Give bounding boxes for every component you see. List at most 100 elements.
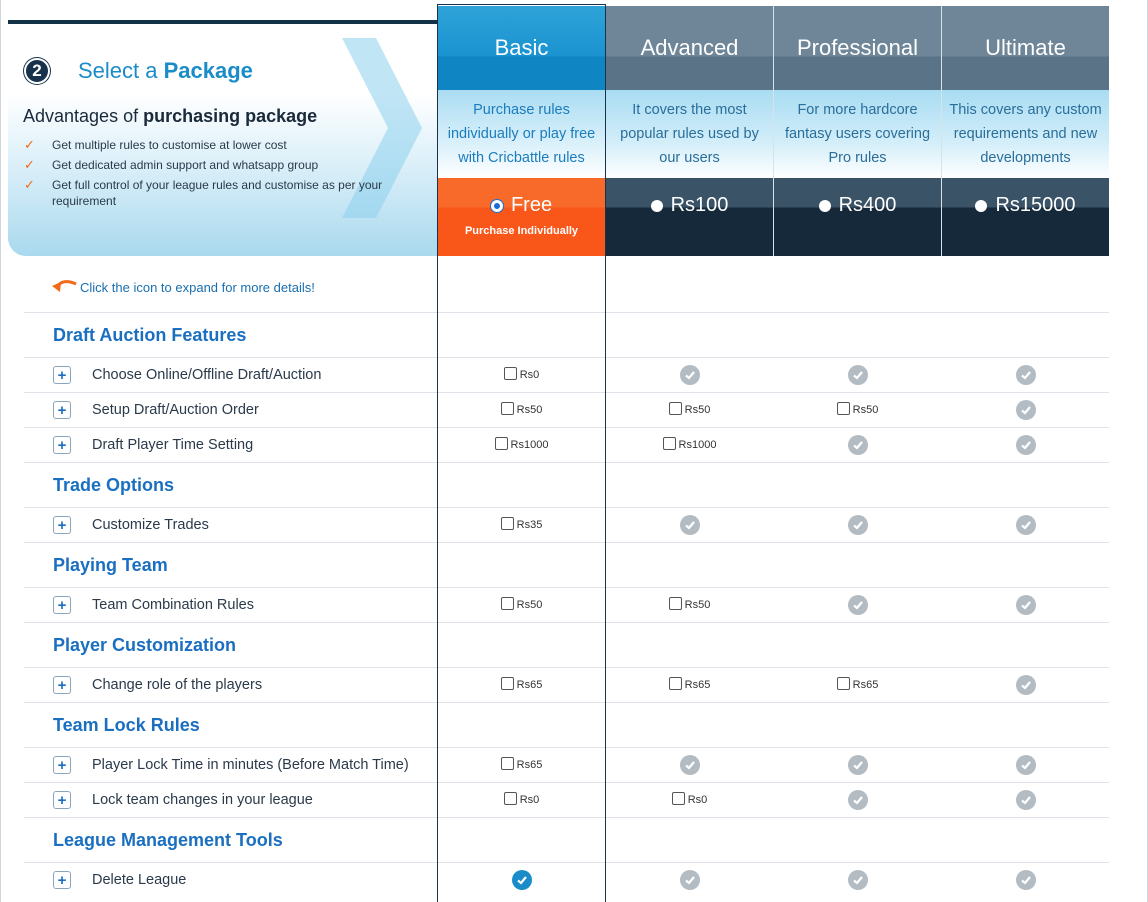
feature-label: Player Lock Time in minutes (Before Matc… (92, 757, 409, 773)
plan-price-option[interactable]: Rs15000 (942, 178, 1109, 256)
feature-cell (774, 428, 941, 462)
radio-button-selected[interactable] (490, 199, 503, 212)
rule-purchase-checkbox[interactable]: Rs0 (503, 366, 539, 381)
included-check-icon (1015, 515, 1036, 535)
feature-cell: Rs65 (438, 668, 605, 702)
plan-subtext: Purchase Individually (464, 225, 579, 237)
rule-purchase-checkbox[interactable]: Rs50 (500, 596, 542, 611)
rule-purchase-checkbox[interactable]: Rs50 (668, 596, 711, 611)
expand-plus-icon[interactable]: + (53, 596, 71, 614)
plan-price-option[interactable]: Rs400 (774, 178, 941, 256)
section-title: Team Lock Rules (53, 714, 200, 735)
expand-hint: Click the icon to expand for more detail… (52, 278, 315, 296)
rule-purchase-checkbox[interactable]: Rs50 (500, 401, 543, 416)
section-draft-auction-features: Draft Auction Features (24, 312, 1109, 357)
radio-button[interactable] (650, 199, 663, 212)
checkbox[interactable] (500, 756, 514, 770)
feature-cell: Rs1000 (606, 428, 773, 462)
rule-price: Rs1000 (678, 439, 717, 451)
checkbox[interactable] (668, 596, 682, 610)
rule-price: Rs50 (516, 404, 543, 416)
expand-plus-icon[interactable]: + (53, 791, 71, 809)
feature-cell: Rs0 (438, 783, 605, 817)
checkbox[interactable] (500, 596, 514, 610)
rule-purchase-checkbox[interactable]: Rs50 (668, 401, 710, 416)
feature-row: + Choose Online/Offline Draft/Auction Rs0 (24, 357, 1109, 392)
feature-cell (774, 863, 941, 897)
rule-purchase-checkbox[interactable]: Rs65 (500, 676, 543, 691)
section-title: League Management Tools (53, 829, 283, 850)
rule-purchase-checkbox[interactable]: Rs65 (668, 676, 710, 691)
included-active-check-icon (511, 870, 532, 890)
expand-plus-icon[interactable]: + (53, 871, 71, 889)
plan-name: Professional (774, 6, 941, 90)
plan-price: Rs400 (838, 194, 897, 216)
included-check-icon (847, 755, 868, 775)
included-check-icon (847, 435, 868, 455)
feature-cell: Rs50 (438, 588, 605, 622)
plan-price-option[interactable]: Rs100 (606, 178, 773, 256)
radio-button[interactable] (975, 199, 988, 212)
included-check-icon (1015, 400, 1036, 420)
feature-cell: Rs0 (438, 358, 605, 392)
rule-purchase-checkbox[interactable]: Rs0 (671, 791, 707, 806)
checkbox[interactable] (500, 676, 514, 690)
rule-price: Rs65 (516, 679, 543, 691)
feature-cell: Rs50 (606, 588, 773, 622)
checkbox[interactable] (503, 791, 517, 805)
rule-purchase-checkbox[interactable]: Rs35 (500, 516, 542, 531)
checkbox[interactable] (503, 366, 517, 380)
checkbox[interactable] (662, 436, 676, 450)
plan-column-ultimate: Ultimate This covers any custom requirem… (942, 6, 1109, 256)
rule-purchase-checkbox[interactable]: Rs0 (503, 791, 539, 806)
plan-price-option[interactable]: Free Purchase Individually (438, 178, 605, 256)
included-check-icon (679, 870, 700, 890)
advantage-text: Get multiple rules to customise at lower… (52, 138, 287, 152)
rule-purchase-checkbox[interactable]: Rs65 (500, 756, 542, 771)
expand-plus-icon[interactable]: + (53, 756, 71, 774)
plan-price: Rs15000 (995, 194, 1076, 216)
feature-label: Choose Online/Offline Draft/Auction (92, 367, 322, 383)
plan-column-advanced: Advanced It covers the most popular rule… (606, 6, 773, 256)
section-league-management-tools: League Management Tools (24, 817, 1109, 862)
feature-cell (774, 508, 941, 542)
expand-plus-icon[interactable]: + (53, 676, 71, 694)
advantages-prefix: Advantages of (23, 106, 139, 126)
checkbox[interactable] (500, 401, 514, 415)
rule-price: Rs50 (684, 599, 711, 611)
checkbox[interactable] (668, 676, 682, 690)
checkbox[interactable] (836, 676, 850, 690)
feature-label: Team Combination Rules (92, 597, 254, 613)
checkbox[interactable] (671, 791, 685, 805)
expand-plus-icon[interactable]: + (53, 401, 71, 419)
plan-description: This covers any custom requirements and … (942, 90, 1109, 178)
section-title: Draft Auction Features (53, 324, 247, 345)
section-player-customization: Player Customization (24, 622, 1109, 667)
radio-button[interactable] (818, 199, 831, 212)
advantage-text: Get full control of your league rules an… (52, 178, 383, 208)
plan-description: Purchase rules individually or play free… (438, 90, 605, 178)
feature-row: + Lock team changes in your league Rs0 Rs0 (24, 782, 1109, 817)
checkbox[interactable] (836, 401, 850, 415)
feature-label: Delete League (92, 872, 187, 888)
feature-cell (942, 428, 1109, 462)
rule-purchase-checkbox[interactable]: Rs1000 (662, 436, 717, 451)
rule-purchase-checkbox[interactable]: Rs1000 (494, 436, 548, 451)
included-check-icon (1015, 365, 1036, 385)
expand-plus-icon[interactable]: + (53, 366, 71, 384)
step-title-prefix: Select a (78, 58, 158, 83)
section-title: Player Customization (53, 634, 237, 655)
feature-row: + Player Lock Time in minutes (Before Mat… (24, 747, 1109, 782)
expand-plus-icon[interactable]: + (53, 436, 71, 454)
checkbox[interactable] (668, 401, 682, 415)
section-trade-options: Trade Options (24, 462, 1109, 507)
plan-description: For more hardcore fantasy users covering… (774, 90, 941, 178)
plan-price: Rs100 (670, 194, 729, 216)
rule-purchase-checkbox[interactable]: Rs65 (836, 676, 878, 691)
checkbox[interactable] (494, 436, 508, 450)
section-playing-team: Playing Team (24, 542, 1109, 587)
feature-cell: Rs65 (606, 668, 773, 702)
checkbox[interactable] (500, 516, 514, 530)
rule-purchase-checkbox[interactable]: Rs50 (836, 401, 878, 416)
expand-plus-icon[interactable]: + (53, 516, 71, 534)
